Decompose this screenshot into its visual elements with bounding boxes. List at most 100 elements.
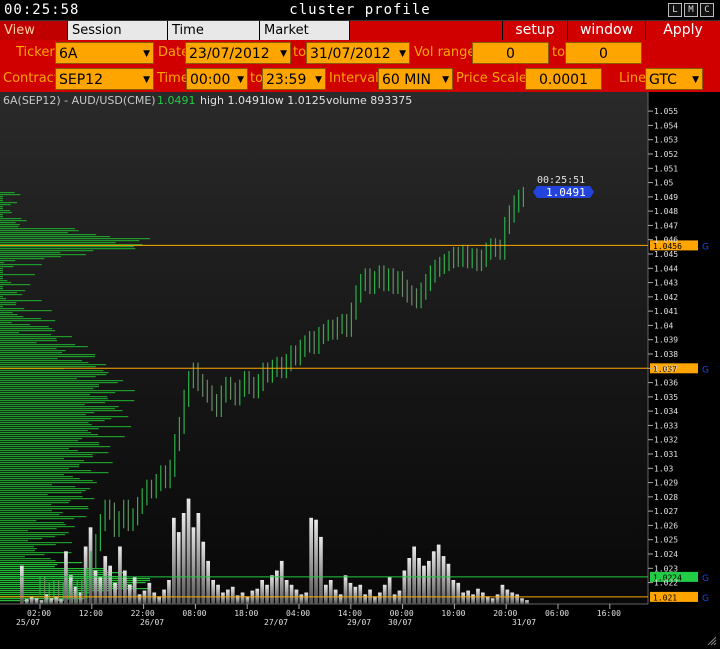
volume-bar bbox=[525, 600, 529, 604]
volume-bar bbox=[181, 513, 186, 604]
time-to-select[interactable]: 23:59 ▼ bbox=[262, 68, 326, 90]
profile-bar bbox=[0, 216, 3, 218]
profile-bar bbox=[0, 406, 119, 408]
volume-bar bbox=[446, 563, 451, 605]
price-tick-label: 1.035 bbox=[654, 393, 678, 402]
layout-button[interactable]: L bbox=[668, 3, 682, 17]
tab-market-watch[interactable]: Market Watch bbox=[260, 21, 350, 57]
profile-bar bbox=[0, 430, 88, 432]
time-to-value: 23:59 bbox=[266, 72, 307, 88]
date-label: 31/07 bbox=[512, 618, 536, 627]
volume-bar bbox=[510, 592, 515, 604]
tab-view-dom[interactable]: View DOM bbox=[0, 21, 68, 57]
profile-bar bbox=[0, 248, 136, 250]
plot-background bbox=[0, 92, 648, 604]
volume-bar bbox=[338, 594, 343, 604]
profile-bar bbox=[0, 464, 80, 466]
volume-bar bbox=[54, 596, 58, 604]
volume-bar bbox=[265, 584, 269, 604]
profile-bar bbox=[0, 524, 66, 526]
last-price: 1.0491 bbox=[157, 94, 196, 107]
price-tick-label: 1.029 bbox=[654, 479, 678, 488]
volume-bar bbox=[485, 596, 490, 604]
profile-bar bbox=[0, 546, 35, 548]
line-label: Line bbox=[619, 71, 647, 86]
profile-bar bbox=[0, 194, 21, 196]
date-to-select[interactable]: 31/07/2012 ▼ bbox=[306, 42, 410, 64]
time-from-value: 00:00 bbox=[190, 72, 231, 88]
profile-bar bbox=[0, 554, 45, 556]
volume-bar bbox=[176, 532, 181, 604]
profile-bar bbox=[0, 224, 20, 226]
profile-bar bbox=[0, 344, 76, 346]
contract-select[interactable]: SEP12 ▼ bbox=[55, 68, 154, 90]
volume-bar bbox=[422, 565, 426, 604]
profile-bar bbox=[0, 272, 3, 274]
profile-bar bbox=[0, 336, 72, 338]
volume-bar bbox=[113, 582, 117, 604]
window-button[interactable]: window bbox=[567, 21, 645, 40]
profile-bar bbox=[0, 304, 16, 306]
profile-bar bbox=[0, 452, 109, 454]
profile-bar bbox=[0, 392, 116, 394]
interval-select[interactable]: 60 MIN ▼ bbox=[378, 68, 453, 90]
minimize-button[interactable]: M bbox=[684, 3, 698, 17]
chevron-down-icon: ▼ bbox=[315, 75, 322, 85]
price-tick-label: 1.051 bbox=[654, 164, 678, 173]
tab-session-hours[interactable]: Session Hours bbox=[68, 21, 168, 57]
vol-from-input[interactable]: 0 bbox=[472, 42, 549, 64]
profile-bar bbox=[0, 334, 51, 336]
profile-bar bbox=[0, 284, 31, 286]
volume-bar bbox=[490, 598, 495, 605]
date-from-select[interactable]: 23/07/2012 ▼ bbox=[185, 42, 291, 64]
profile-bar bbox=[0, 404, 85, 406]
profile-bar bbox=[0, 286, 3, 288]
chevron-down-icon: ▼ bbox=[399, 49, 406, 59]
ticker-select[interactable]: 6A ▼ bbox=[55, 42, 154, 64]
date-label: 26/07 bbox=[140, 618, 164, 627]
date-label: 25/07 bbox=[16, 618, 40, 627]
profile-bar bbox=[0, 402, 106, 404]
title-bar: 00:25:58 cluster profile L M C bbox=[0, 0, 720, 21]
profile-bar bbox=[0, 466, 79, 468]
profile-bar bbox=[0, 382, 118, 384]
profile-bar bbox=[0, 320, 56, 322]
profile-bar bbox=[0, 218, 22, 220]
vol-to-input[interactable]: 0 bbox=[565, 42, 642, 64]
date-to-value: 31/07/2012 bbox=[310, 46, 391, 62]
profile-bar bbox=[0, 192, 15, 194]
line-select[interactable]: GTC ▼ bbox=[645, 68, 703, 90]
time-from-select[interactable]: 00:00 ▼ bbox=[186, 68, 248, 90]
price-tick-label: 1.03 bbox=[654, 464, 673, 473]
volume-bar bbox=[358, 584, 363, 604]
cluster-profile-chart[interactable]: 6A(SEP12) - AUD/USD(CME) 1.0491 high 1.0… bbox=[0, 92, 720, 649]
volume-bar bbox=[324, 584, 328, 604]
profile-bar bbox=[0, 416, 129, 418]
volume-bar bbox=[461, 592, 465, 604]
apply-button[interactable]: Apply bbox=[645, 21, 720, 40]
profile-bar bbox=[0, 264, 42, 266]
setup-button[interactable]: setup bbox=[502, 21, 567, 40]
time-tick-label: 14:00 bbox=[338, 609, 362, 618]
date-label: 30/07 bbox=[388, 618, 412, 627]
profile-bar bbox=[0, 432, 91, 434]
chevron-down-icon: ▼ bbox=[692, 75, 699, 85]
profile-bar bbox=[0, 278, 3, 280]
close-button[interactable]: C bbox=[700, 3, 714, 17]
profile-bar bbox=[0, 298, 6, 300]
profile-bar bbox=[0, 214, 3, 216]
profile-bar bbox=[0, 208, 3, 210]
time-tick-label: 12:00 bbox=[79, 609, 103, 618]
profile-bar bbox=[0, 500, 71, 502]
profile-bar bbox=[0, 426, 132, 428]
profile-bar bbox=[0, 506, 89, 508]
tab-time-interval[interactable]: Time Interval bbox=[168, 21, 260, 57]
profile-bar bbox=[0, 458, 65, 460]
profile-bar bbox=[0, 200, 3, 202]
price-scale-input[interactable]: 0.0001 bbox=[525, 68, 602, 90]
profile-bar bbox=[0, 484, 52, 486]
price-tick-label: 1.039 bbox=[654, 336, 678, 345]
price-tick-label: 1.042 bbox=[654, 293, 678, 302]
chevron-down-icon: ▼ bbox=[442, 75, 449, 85]
profile-bar bbox=[0, 374, 107, 376]
